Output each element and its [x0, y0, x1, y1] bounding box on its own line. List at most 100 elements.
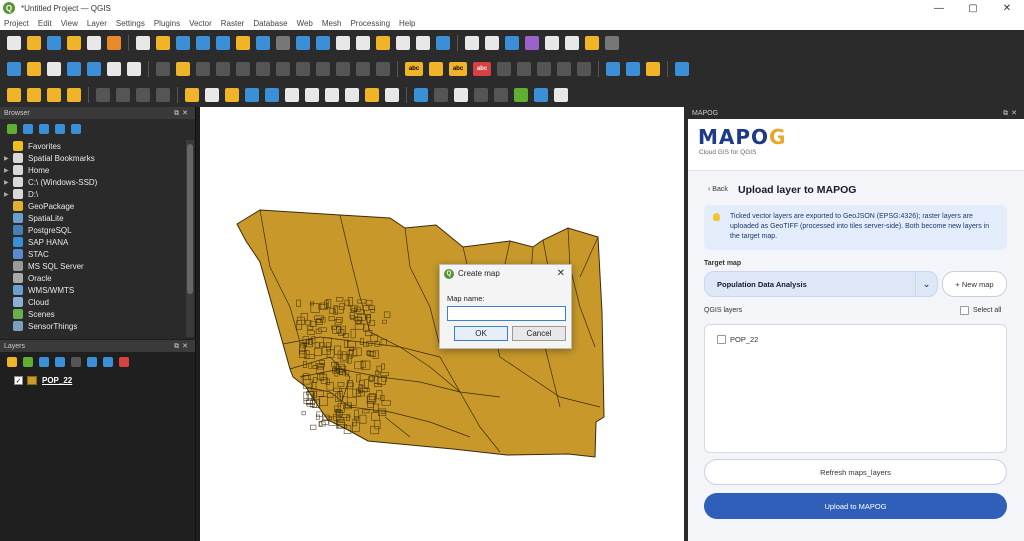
ok-button[interactable]: OK — [454, 326, 508, 341]
refresh-maps-layers-button[interactable]: Refresh maps_layers — [704, 459, 1007, 485]
georeferencer-icon[interactable] — [454, 87, 468, 102]
add-layer-icon[interactable] — [127, 62, 141, 76]
text-tool-icon[interactable] — [345, 87, 359, 102]
python-console-icon[interactable] — [626, 62, 640, 76]
toggle-editing-icon[interactable] — [176, 62, 190, 76]
new-map-button[interactable]: + New map — [942, 271, 1007, 297]
menu-settings[interactable]: Settings — [116, 19, 145, 28]
show-bookmarks-icon[interactable] — [396, 36, 410, 50]
browser-properties-icon[interactable] — [71, 124, 81, 134]
menu-project[interactable]: Project — [4, 19, 29, 28]
zoom-native-icon[interactable] — [276, 36, 290, 50]
copy-features-icon[interactable] — [316, 62, 330, 76]
processing-toolbox-icon[interactable] — [505, 36, 519, 50]
offset-curve-icon[interactable] — [136, 87, 150, 102]
remove-layer-icon[interactable] — [119, 357, 129, 367]
refresh-icon[interactable] — [436, 36, 450, 50]
menu-web[interactable]: Web — [297, 19, 313, 28]
open-project-icon[interactable] — [27, 36, 41, 50]
wrench-icon[interactable] — [554, 87, 568, 102]
menu-database[interactable]: Database — [253, 19, 287, 28]
select-by-value-icon[interactable] — [27, 87, 41, 102]
crosshair-icon[interactable] — [434, 87, 448, 102]
add-selected-layers-icon[interactable] — [7, 124, 17, 134]
delete-selected-icon[interactable] — [276, 62, 290, 76]
attribute-table-icon[interactable] — [485, 36, 499, 50]
zoom-full-icon[interactable] — [216, 36, 230, 50]
paste-features-icon[interactable] — [336, 62, 350, 76]
menu-plugins[interactable]: Plugins — [154, 19, 180, 28]
identify-features-icon[interactable] — [465, 36, 479, 50]
pan-to-selection-icon[interactable] — [156, 36, 170, 50]
expand-arrow-icon[interactable]: ▶ — [4, 179, 13, 186]
layer-styling-icon[interactable] — [7, 357, 17, 367]
new-print-layout-icon[interactable] — [67, 36, 81, 50]
reshape-icon[interactable] — [116, 87, 130, 102]
measure-line-icon[interactable] — [565, 36, 579, 50]
node-tool-icon[interactable] — [305, 87, 319, 102]
panel-float-close-icons[interactable]: ⧉✕ — [174, 109, 191, 118]
info-icon[interactable] — [534, 87, 548, 102]
help-icon[interactable] — [675, 62, 689, 76]
collapse-all-layers-icon[interactable] — [103, 357, 113, 367]
pin-labels-icon[interactable]: abc — [449, 62, 467, 76]
move-label-icon[interactable] — [497, 62, 511, 76]
expand-all-icon[interactable] — [87, 357, 97, 367]
browser-item[interactable]: SpatiaLite — [0, 212, 186, 224]
filter-browser-icon[interactable] — [39, 124, 49, 134]
zoom-out-icon[interactable] — [196, 36, 210, 50]
spatial-bookmark-icon[interactable] — [376, 36, 390, 50]
map-tips-icon[interactable] — [585, 36, 599, 50]
save-edits-icon[interactable] — [196, 62, 210, 76]
label-properties-icon[interactable] — [577, 62, 591, 76]
select-by-expression-icon[interactable] — [67, 87, 81, 102]
expand-arrow-icon[interactable]: ▶ — [4, 167, 13, 174]
new-geopackage-layer-icon[interactable] — [27, 62, 41, 76]
digitize-shape-icon[interactable] — [96, 87, 110, 102]
panel-float-close-icons[interactable]: ⧉✕ — [1003, 109, 1020, 118]
browser-item[interactable]: Favorites — [0, 140, 186, 152]
topology-icon[interactable] — [325, 87, 339, 102]
select-all-checkbox[interactable] — [960, 306, 969, 315]
mapog-plugin-icon[interactable] — [646, 62, 660, 76]
target-map-select[interactable]: Population Data Analysis ⌄ — [704, 271, 938, 297]
zoom-layer-icon[interactable] — [256, 36, 270, 50]
minimize-button[interactable]: — — [922, 0, 956, 16]
upload-to-mapog-button[interactable]: Upload to MAPOG — [704, 493, 1007, 519]
layer-item-pop22[interactable]: ✓ POP_22 — [14, 376, 72, 385]
collapse-all-icon[interactable] — [55, 124, 65, 134]
split-features-icon[interactable] — [156, 87, 170, 102]
expand-arrow-icon[interactable]: ▶ — [4, 191, 13, 198]
zoom-in-icon[interactable] — [176, 36, 190, 50]
manage-visibility-icon[interactable] — [39, 357, 49, 367]
layer-labeling-icon[interactable] — [429, 62, 443, 76]
browser-item[interactable]: MS SQL Server — [0, 260, 186, 272]
layer-visibility-checkbox[interactable]: ✓ — [14, 376, 23, 385]
image-annotation-icon[interactable] — [365, 87, 379, 102]
select-features-icon[interactable] — [7, 87, 21, 102]
cursor-arrow-icon[interactable] — [205, 87, 219, 102]
new-shapefile-layer-icon[interactable] — [47, 62, 61, 76]
highlight-pinned-labels-icon[interactable]: abc — [473, 62, 491, 76]
show-hide-labels-icon[interactable] — [557, 62, 571, 76]
select-all-toggle[interactable]: Select all — [960, 306, 1001, 315]
temporal-controller-icon[interactable] — [416, 36, 430, 50]
statistical-summary-icon[interactable] — [525, 36, 539, 50]
snapping-icon[interactable] — [225, 87, 239, 102]
star-marker-icon[interactable] — [285, 87, 299, 102]
undo-icon[interactable] — [356, 62, 370, 76]
maximize-button[interactable]: ▢ — [956, 0, 990, 16]
dialog-close-button[interactable]: ✕ — [557, 268, 565, 279]
menu-raster[interactable]: Raster — [221, 19, 245, 28]
new-3d-map-icon[interactable] — [356, 36, 370, 50]
browser-item[interactable]: ▶ D:\ — [0, 188, 186, 200]
snap-segment-icon[interactable] — [265, 87, 279, 102]
zoom-selection-icon[interactable] — [236, 36, 250, 50]
menu-view[interactable]: View — [61, 19, 78, 28]
new-temporary-layer-icon[interactable] — [87, 62, 101, 76]
browser-item[interactable]: ▶ Spatial Bookmarks — [0, 152, 186, 164]
chevron-down-icon[interactable]: ⌄ — [915, 272, 937, 296]
browser-item[interactable]: ▶ Home — [0, 164, 186, 176]
data-source-manager-icon[interactable] — [7, 62, 21, 76]
browser-item[interactable]: STAC — [0, 248, 186, 260]
